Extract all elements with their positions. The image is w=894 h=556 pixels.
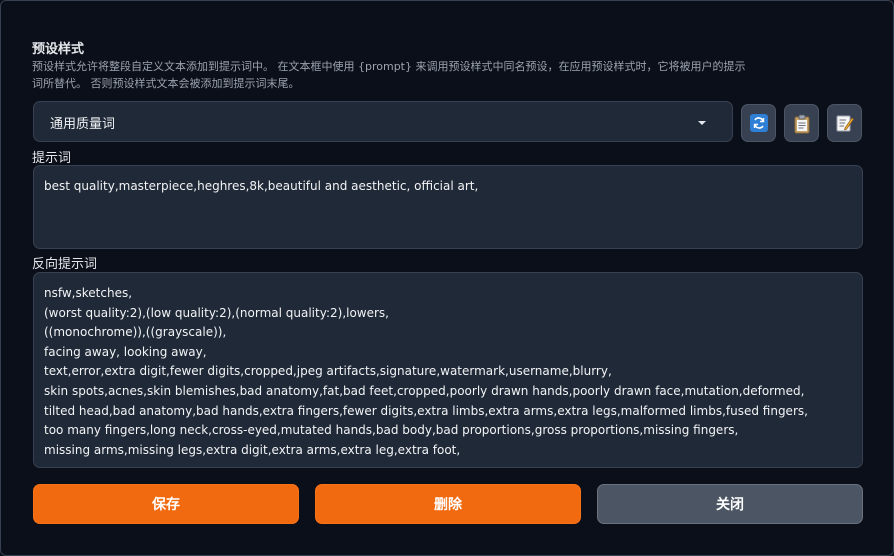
edit-button[interactable] [827, 104, 862, 142]
section-description: 预设样式允许将整段自定义文本添加到提示词中。 在文本框中使用 {prompt} … [32, 60, 746, 90]
close-button[interactable]: 关闭 [597, 484, 863, 524]
refresh-button[interactable] [741, 104, 776, 142]
refresh-icon [750, 114, 768, 132]
prompt-textarea[interactable]: best quality,masterpiece,heghres,8k,beau… [33, 165, 863, 249]
section-title: 预设样式 [32, 42, 85, 57]
clipboard-icon [794, 114, 810, 134]
save-button[interactable]: 保存 [33, 484, 299, 524]
delete-button[interactable]: 删除 [315, 484, 581, 524]
negative-prompt-label: 反向提示词 [32, 257, 98, 272]
prompt-label: 提示词 [32, 151, 72, 166]
style-select[interactable]: 通用质量词 [33, 101, 733, 142]
chevron-down-icon [698, 121, 706, 125]
styles-dialog: 预设样式 预设样式允许将整段自定义文本添加到提示词中。 在文本框中使用 {pro… [0, 0, 894, 556]
negative-prompt-textarea[interactable]: nsfw,sketches, (worst quality:2),(low qu… [33, 272, 863, 468]
copy-button[interactable] [784, 104, 819, 142]
style-select-value: 通用质量词 [50, 117, 116, 132]
edit-icon [836, 115, 854, 132]
